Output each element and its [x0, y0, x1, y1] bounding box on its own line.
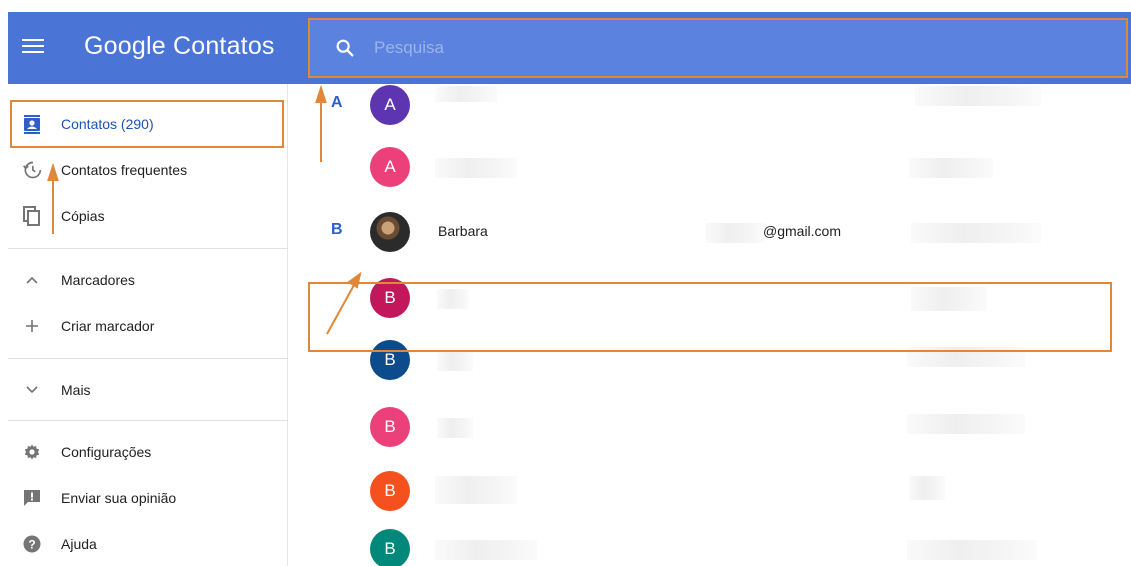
contact-row[interactable]: A A [289, 84, 1131, 136]
sidebar-item-help[interactable]: ? Ajuda [8, 522, 284, 566]
sidebar-item-label: Contatos (290) [61, 116, 154, 132]
sidebar-item-copies[interactable]: Cópias [8, 194, 284, 238]
sidebar-item-label: Contatos frequentes [61, 162, 188, 178]
contact-row[interactable]: B [289, 460, 1131, 522]
annotation-highlight-barbara [308, 282, 1112, 352]
history-icon [22, 160, 42, 180]
redacted-phone [907, 414, 1025, 434]
help-icon: ? [22, 534, 42, 554]
contact-email: @gmail.com [763, 223, 842, 239]
sidebar-item-label: Cópias [61, 208, 105, 224]
contact-list: A A A B Barbara @gmail.com B B B B B [289, 84, 1131, 566]
search-input[interactable] [374, 32, 1094, 64]
sidebar-item-label: Criar marcador [61, 318, 155, 334]
sidebar-divider [8, 248, 288, 249]
redacted-phone [915, 86, 1041, 106]
avatar: A [370, 85, 410, 125]
avatar-photo [370, 212, 410, 252]
chevron-up-icon [22, 270, 42, 290]
redacted-phone [907, 540, 1037, 560]
sidebar-item-label: Ajuda [61, 536, 97, 552]
section-letter: A [331, 94, 343, 111]
sidebar-divider [8, 420, 288, 421]
sidebar-item-settings[interactable]: Configurações [8, 430, 284, 474]
contact-name: Barbara [438, 223, 488, 239]
sidebar-item-label: Mais [61, 382, 91, 398]
sidebar-item-feedback[interactable]: Enviar sua opinião [8, 476, 284, 520]
redacted-phone [909, 158, 993, 178]
sidebar-item-create-label[interactable]: Criar marcador [8, 304, 284, 348]
search-bar[interactable] [308, 18, 1128, 78]
sidebar-item-labels[interactable]: Marcadores [8, 258, 284, 302]
hamburger-menu-icon[interactable] [22, 36, 44, 58]
chevron-down-icon [22, 380, 42, 400]
sidebar-item-contacts[interactable]: Contatos (290) [8, 102, 284, 146]
app-title: Google Contatos [84, 32, 275, 60]
sidebar-item-label: Marcadores [61, 272, 135, 288]
avatar: B [370, 471, 410, 511]
feedback-icon [22, 488, 42, 508]
sidebar-item-frequent[interactable]: Contatos frequentes [8, 148, 284, 192]
contacts-icon [22, 114, 42, 134]
sidebar-item-label: Enviar sua opinião [61, 490, 177, 506]
redacted-name [435, 540, 537, 560]
svg-text:?: ? [28, 538, 35, 552]
sidebar-divider [8, 358, 288, 359]
search-icon[interactable] [334, 37, 356, 59]
gear-icon [22, 442, 42, 462]
copy-icon [22, 206, 42, 226]
contact-row-barbara[interactable]: B Barbara @gmail.com [289, 201, 1131, 263]
redacted-name [435, 476, 517, 504]
redacted-name [435, 158, 517, 178]
sidebar: Contatos (290) Contatos frequentes Cópia… [8, 84, 288, 566]
sidebar-item-more[interactable]: Mais [8, 368, 284, 412]
avatar: B [370, 529, 410, 566]
redacted-name [437, 418, 473, 438]
redacted-name [437, 351, 473, 371]
contact-row[interactable]: B [289, 518, 1131, 566]
redacted-name [435, 86, 497, 102]
sidebar-item-label: Configurações [61, 444, 152, 460]
redacted-email-prefix [705, 223, 765, 243]
avatar: A [370, 147, 410, 187]
avatar: B [370, 407, 410, 447]
section-letter: B [331, 221, 343, 238]
contact-row[interactable]: B [289, 396, 1131, 458]
contact-row[interactable]: A [289, 136, 1131, 198]
redacted-phone [911, 223, 1041, 243]
plus-icon [22, 316, 42, 336]
redacted-phone [909, 476, 945, 500]
app-header: Google Contatos [8, 12, 1131, 84]
